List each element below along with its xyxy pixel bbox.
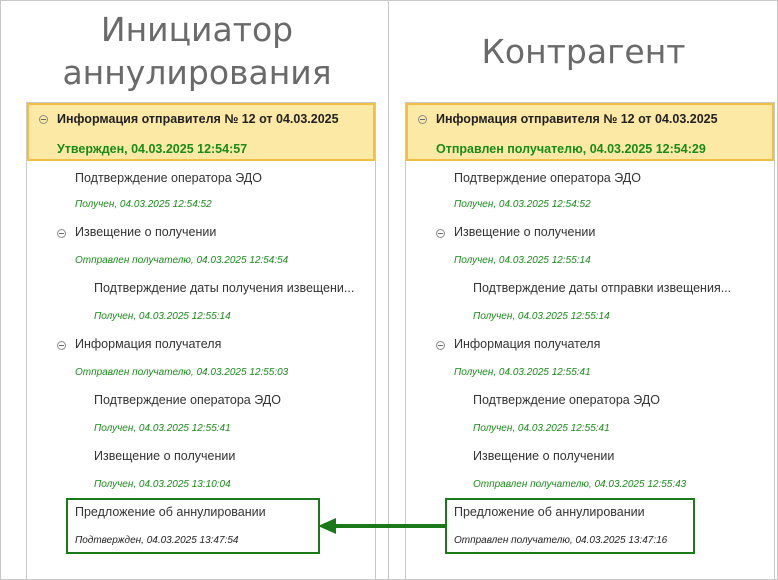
right-column-title: Контрагент xyxy=(481,32,686,71)
root-status: Утвержден, 04.03.2025 12:54:57 xyxy=(57,142,248,156)
root-title: Информация отправителя № 12 от 04.03.202… xyxy=(436,112,718,126)
node-status: Отправлен получателю, 04.03.2025 12:54:5… xyxy=(75,255,289,266)
node-title: Подтверждение даты получения извещени... xyxy=(94,281,355,295)
node-status: Получен, 04.03.2025 12:55:41 xyxy=(473,423,610,434)
node-title: Подтверждение оператора ЭДО xyxy=(473,393,660,407)
node-title: Информация получателя xyxy=(75,337,222,351)
root-title: Информация отправителя № 12 от 04.03.202… xyxy=(57,112,339,126)
cancellation-highlight-right xyxy=(445,498,695,554)
node-title: Извещение о получении xyxy=(75,225,217,239)
node-status: Получен, 04.03.2025 12:55:14 xyxy=(94,311,231,322)
node-status: Получен, 04.03.2025 13:10:04 xyxy=(94,479,231,490)
node-title: Извещение о получении xyxy=(454,225,596,239)
node-status: Получен, 04.03.2025 12:54:52 xyxy=(75,199,212,210)
node-status: Получен, 04.03.2025 12:54:52 xyxy=(454,199,591,210)
node-title: Извещение о получении xyxy=(473,449,615,463)
node-title: Извещение о получении xyxy=(94,449,236,463)
root-status: Отправлен получателю, 04.03.2025 12:54:2… xyxy=(436,142,706,156)
left-column-title: Инициатор аннулирования xyxy=(0,8,394,94)
left-title-line2: аннулирования xyxy=(62,53,332,92)
node-status: Отправлен получателю, 04.03.2025 12:55:0… xyxy=(75,367,289,378)
left-title-line1: Инициатор xyxy=(100,10,294,49)
root-node[interactable]: Информация отправителя № 12 от 04.03.202… xyxy=(27,103,375,161)
node-status: Получен, 04.03.2025 12:55:14 xyxy=(473,311,610,322)
node-status: Получен, 04.03.2025 12:55:41 xyxy=(94,423,231,434)
collapse-icon[interactable] xyxy=(436,229,445,238)
collapse-icon[interactable] xyxy=(57,229,66,238)
node-title: Подтверждение оператора ЭДО xyxy=(75,171,262,185)
collapse-icon[interactable] xyxy=(436,341,445,350)
node-title: Подтверждение оператора ЭДО xyxy=(94,393,281,407)
node-status: Получен, 04.03.2025 12:55:41 xyxy=(454,367,591,378)
node-title: Информация получателя xyxy=(454,337,601,351)
node-status: Получен, 04.03.2025 12:55:14 xyxy=(454,255,591,266)
root-node[interactable]: Информация отправителя № 12 от 04.03.202… xyxy=(406,103,774,161)
node-title: Подтверждение оператора ЭДО xyxy=(454,171,641,185)
node-title: Подтверждение даты отправки извещения... xyxy=(473,281,732,295)
collapse-icon[interactable] xyxy=(39,115,48,124)
cancellation-highlight-left xyxy=(66,498,320,554)
node-status: Отправлен получателю, 04.03.2025 12:55:4… xyxy=(473,479,687,490)
collapse-icon[interactable] xyxy=(57,341,66,350)
arrow-left-icon xyxy=(318,518,447,534)
collapse-icon[interactable] xyxy=(418,115,427,124)
